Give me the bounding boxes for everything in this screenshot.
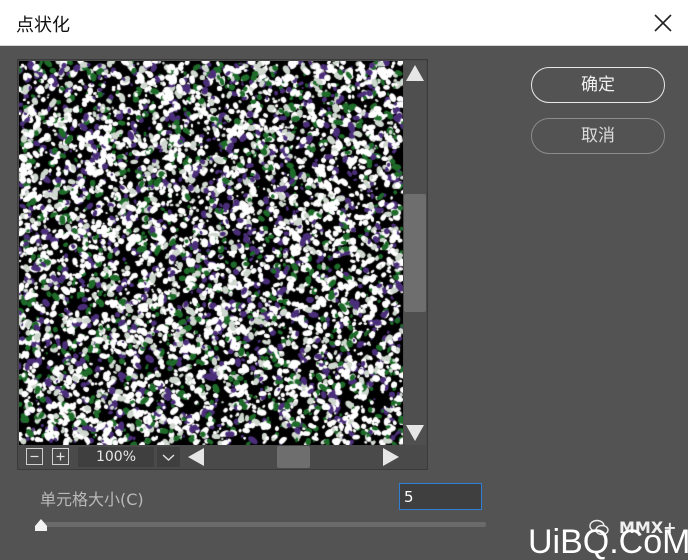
triangle-down-icon[interactable] [404,422,426,444]
vertical-scroll-thumb[interactable] [404,194,426,312]
zoom-level[interactable]: 100% [78,447,154,467]
cell-size-input[interactable] [399,483,482,510]
cell-size-slider-track[interactable] [40,522,486,527]
triangle-right-icon[interactable] [380,446,402,468]
close-icon[interactable] [650,10,676,36]
cell-size-slider-thumb[interactable] [34,518,48,532]
plus-icon[interactable] [52,448,69,465]
minus-icon[interactable] [26,448,43,465]
cancel-button[interactable]: 取消 [531,118,665,154]
ok-button[interactable]: 确定 [531,67,665,103]
watermark-site: UiBQ.CoM [528,523,688,560]
preview-image[interactable] [19,61,403,445]
triangle-up-icon[interactable] [404,62,426,84]
triangle-left-icon[interactable] [185,446,207,468]
horizontal-scroll-thumb[interactable] [277,446,310,468]
cell-size-label: 单元格大小(C) [40,490,144,509]
chevron-down-icon[interactable] [157,447,180,467]
dialog-title: 点状化 [16,15,70,36]
title-bar: 点状化 [0,0,688,46]
